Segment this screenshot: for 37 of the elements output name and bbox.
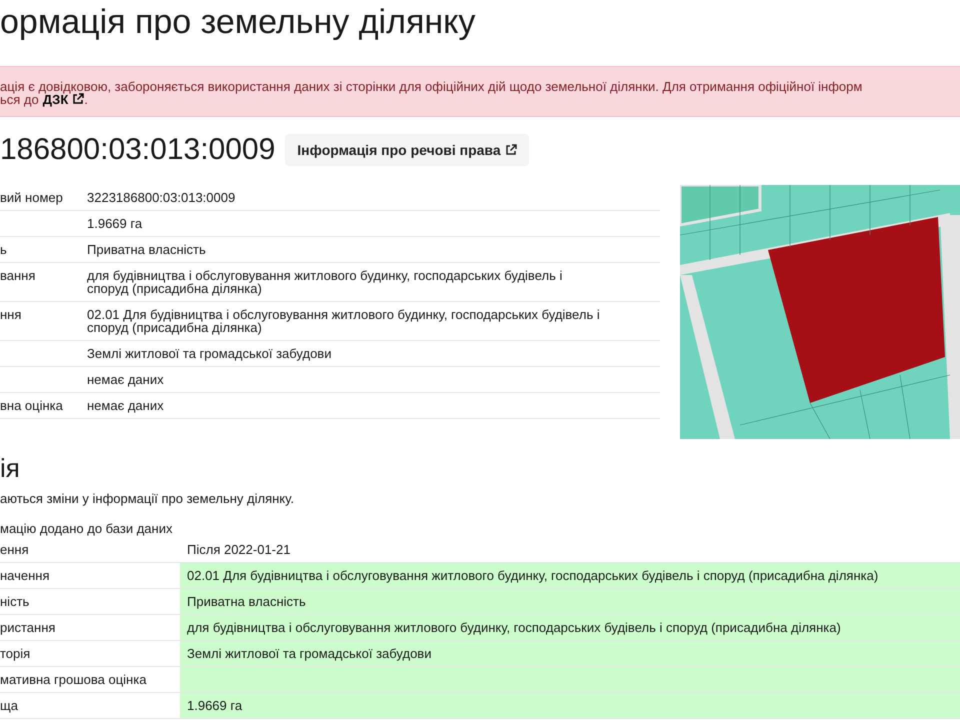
field-label: вна оцінка: [0, 398, 63, 413]
field-value: для будівництва і обслуговування житлового будинку, господарських будівель і споруд (присадибна ділянка): [87, 268, 562, 296]
entry-title: мацію додано до бази даних: [0, 520, 174, 536]
value-cell: 1.9669 га: [180, 692, 960, 718]
value-cell: для будівництва і обслуговування житлового будинку, господарських будівель і споруд (присадибна ділянка): [180, 614, 960, 640]
field-value: 3223186800:03:013:0009: [87, 190, 236, 205]
field-label: ення: [0, 542, 29, 556]
field-label: торія: [0, 646, 30, 660]
value-cell: Приватна власність: [180, 588, 960, 614]
alert-text: .: [84, 93, 88, 106]
field-value: Землі житлової та громадської забудови: [87, 346, 332, 361]
field-label: ристання: [0, 620, 56, 634]
field-value: 1.9669 га: [87, 216, 142, 231]
field-label: мативна грошова оцінка: [0, 672, 146, 686]
value-cell: Землі житлової та громадської забудови: [180, 640, 960, 666]
rights-info-button[interactable]: Інформація про речові права: [285, 134, 529, 166]
field-label: ння: [0, 307, 22, 322]
field-label: ща: [0, 698, 18, 712]
alert-text: ація є довідковою, забороняється використання даних зі сторінки для офіційних дій щодо земельної ділянки. Для отримання офіційної інформ: [0, 80, 864, 93]
page-title: ормація про земельну ділянку: [0, 2, 476, 42]
field-value: немає даних: [87, 372, 164, 387]
external-link-icon: [504, 144, 517, 156]
field-label: вий номер: [0, 190, 63, 205]
field-value: 02.01 Для будівництва і обслуговування житлового будинку, господарських будівель і споруд (присадибна ділянка): [87, 307, 600, 335]
field-label: ність: [0, 594, 30, 608]
field-label: ь: [0, 242, 7, 257]
field-label: начення: [0, 568, 50, 582]
alert-text: ься до: [0, 93, 39, 106]
cadastral-number: 186800:03:013:0009: [0, 133, 276, 167]
field-value: Приватна власність: [87, 242, 206, 257]
value-cell: 02.01 Для будівництва і обслуговування житлового будинку, господарських будівель і споруд (присадибна ділянка): [180, 562, 960, 588]
dzk-link[interactable]: ДЗК: [42, 93, 84, 106]
section-title: ія: [0, 453, 21, 483]
field-label: вання: [0, 268, 36, 283]
field-value: немає даних: [87, 398, 164, 413]
external-link-icon: [72, 93, 84, 105]
section-description: аються зміни у інформації про земельну ділянку.: [0, 490, 295, 508]
